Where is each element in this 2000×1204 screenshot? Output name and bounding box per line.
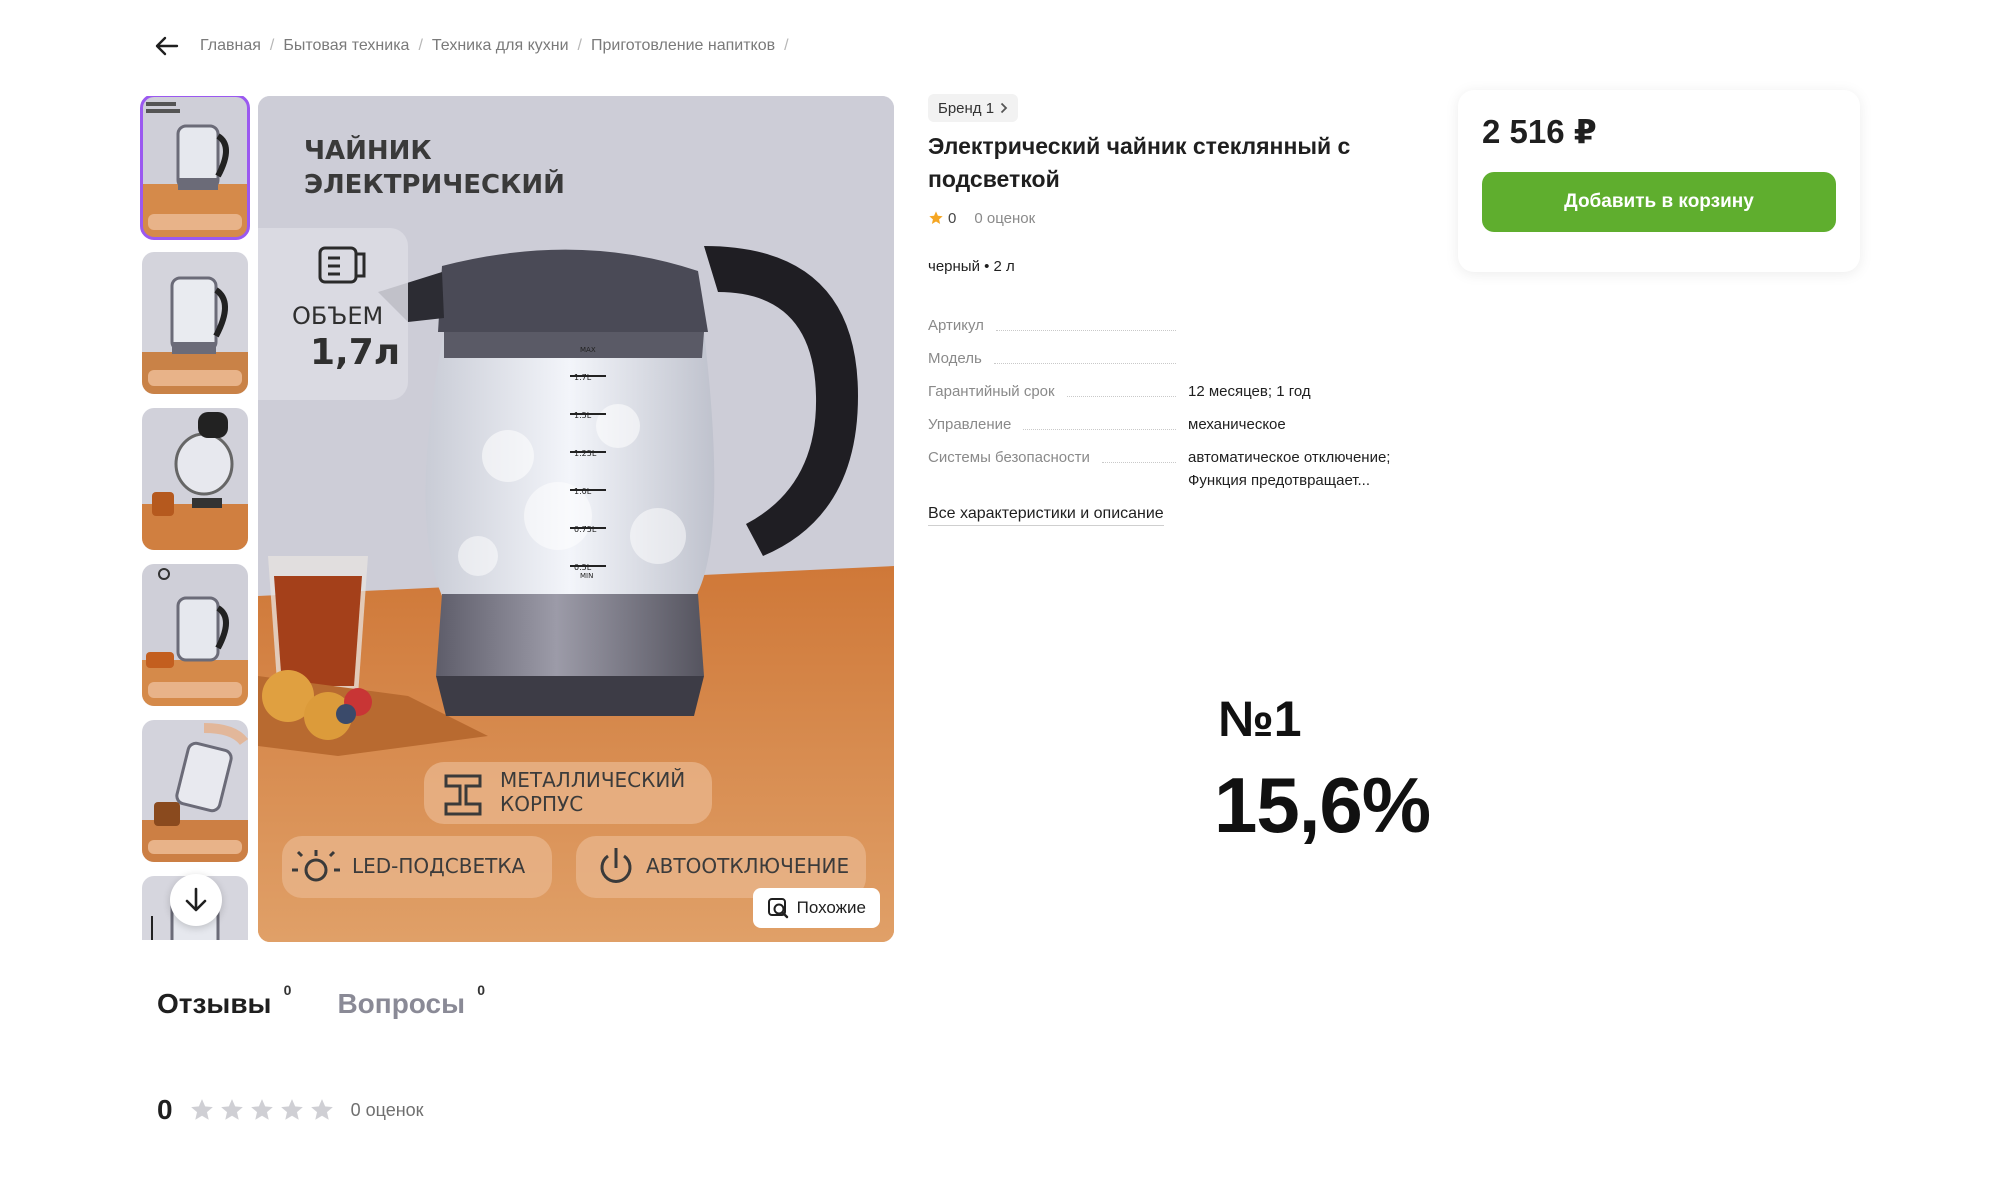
image-title-line: ЧАЙНИК	[304, 136, 432, 166]
scroll-down-button[interactable]	[170, 874, 222, 926]
brand-link[interactable]: Бренд 1	[928, 94, 1019, 122]
spec-row: Управление механическое	[928, 413, 1448, 436]
tab-count: 0	[477, 982, 486, 998]
breadcrumb-separator: /	[577, 37, 582, 54]
spec-list: Артикул Модель Гарантийный срок 12 месяц…	[928, 314, 1448, 502]
spec-row: Артикул	[928, 314, 1448, 337]
tab-questions[interactable]: Вопросы 0	[337, 982, 485, 1020]
rating-count: 0 оценок	[974, 209, 1036, 227]
thumbnail-3[interactable]	[142, 408, 248, 550]
spec-name: Гарантийный срок	[928, 383, 1055, 400]
review-count: 0 оценок	[350, 1099, 424, 1120]
badge-metal-line: КОРПУС	[500, 792, 584, 816]
badge-auto-off: АВТООТКЛЮЧЕНИЕ	[646, 854, 850, 878]
star-icon	[929, 211, 943, 224]
product-rating[interactable]: 0 0 оценок	[928, 206, 1035, 230]
breadcrumb-separator: /	[418, 37, 423, 54]
breadcrumb-separator: /	[269, 37, 275, 54]
star-empty-icon	[280, 1099, 303, 1120]
add-to-cart-button[interactable]: Добавить в корзину	[1482, 172, 1836, 232]
buy-box: 2 516 ₽ Добавить в корзину	[1458, 90, 1860, 272]
scale-mark: 1.5L	[574, 411, 592, 420]
breadcrumb-link[interactable]: Техника для кухни	[432, 37, 569, 55]
spec-name: Модель	[928, 350, 982, 367]
review-score: 0	[157, 1094, 173, 1125]
breadcrumb-link[interactable]: Бытовая техника	[283, 37, 409, 55]
main-product-image[interactable]: ЧАЙНИК ЭЛЕКТРИЧЕСКИЙ ОБЪЕМ 1,7л 1.7L 1.5…	[258, 96, 894, 942]
chevron-right-icon	[1000, 102, 1008, 114]
breadcrumb-link[interactable]: Главная	[200, 37, 261, 55]
reviews-tabs: Отзывы 0 Вопросы 0	[157, 982, 485, 1020]
arrow-down-icon	[185, 887, 207, 912]
spec-name: Управление	[928, 416, 1012, 433]
spec-value: механическое	[1188, 416, 1286, 433]
breadcrumb-separator: /	[784, 37, 789, 54]
review-stars	[189, 1097, 335, 1123]
promo-percent: 15,6%	[1214, 761, 1431, 849]
breadcrumb-link[interactable]: Приготовление напитков	[591, 37, 775, 55]
badge-metal: МЕТАЛЛИЧЕСКИЙ КОРПУС	[500, 768, 685, 816]
spec-name: Системы безопасности	[928, 449, 1090, 466]
all-specs-link[interactable]: Все характеристики и описание	[928, 505, 1164, 526]
badge-metal-line: МЕТАЛЛИЧЕСКИЙ	[500, 768, 686, 792]
thumbnail-5[interactable]	[142, 720, 248, 862]
scale-mark: 1.0L	[574, 487, 592, 496]
brand-name: Бренд 1	[938, 99, 995, 117]
thumbnail-2[interactable]	[142, 252, 248, 394]
volume-value: 1,7л	[310, 332, 401, 373]
spec-row: Системы безопасности автоматическое откл…	[928, 446, 1448, 492]
star-empty-icon	[250, 1099, 273, 1120]
tab-reviews[interactable]: Отзывы 0	[157, 982, 291, 1020]
volume-label: ОБЪЕМ	[292, 302, 384, 330]
scale-mark: 0.5L	[574, 563, 592, 572]
scale-marks: 1.7L 1.5L 1.25L 1.0L 0.75L 0.5L	[574, 359, 596, 587]
rating-value: 0	[948, 209, 957, 227]
scale-mark-min: MIN	[580, 572, 594, 580]
spec-name: Артикул	[928, 317, 984, 334]
scale-mark-max: MAX	[580, 346, 596, 354]
scale-mark: 0.75L	[574, 525, 597, 534]
image-title: ЧАЙНИК ЭЛЕКТРИЧЕСКИЙ	[304, 134, 565, 202]
product-title: Электрический чайник стеклянный с подсве…	[928, 133, 1351, 192]
star-empty-icon	[220, 1099, 243, 1120]
image-title-line: ЭЛЕКТРИЧЕСКИЙ	[304, 170, 565, 200]
badge-led: LED-ПОДСВЕТКА	[352, 854, 526, 878]
tab-label: Вопросы	[337, 988, 466, 1019]
promo-rank: №1	[1218, 691, 1302, 747]
scale-mark: 1.25L	[574, 449, 597, 458]
price: 2 516 ₽	[1482, 113, 1597, 150]
thumbnail-strip	[140, 96, 252, 940]
similar-label: Похожие	[796, 898, 866, 917]
thumbnail-1[interactable]	[140, 96, 250, 240]
search-similar-icon	[767, 898, 788, 919]
spec-value: автоматическое отключение; Функция предо…	[1188, 449, 1391, 489]
breadcrumb: Главная / Бытовая техника / Техника для ку…	[200, 30, 798, 62]
product-variant: черный • 2 л	[928, 258, 1015, 275]
star-empty-icon	[190, 1099, 213, 1120]
spec-row: Гарантийный срок 12 месяцев; 1 год	[928, 380, 1448, 403]
similar-button[interactable]: Похожие	[752, 888, 880, 928]
thumbnail-4[interactable]	[142, 564, 248, 706]
back-arrow-icon[interactable]	[152, 30, 182, 62]
tab-label: Отзывы	[157, 988, 272, 1019]
scale-mark: 1.7L	[574, 373, 592, 382]
tab-count: 0	[283, 982, 292, 998]
review-summary: 0 0 оценок	[157, 1094, 424, 1126]
star-empty-icon	[310, 1099, 333, 1120]
spec-row: Модель	[928, 347, 1448, 370]
spec-value: 12 месяцев; 1 год	[1188, 383, 1311, 400]
